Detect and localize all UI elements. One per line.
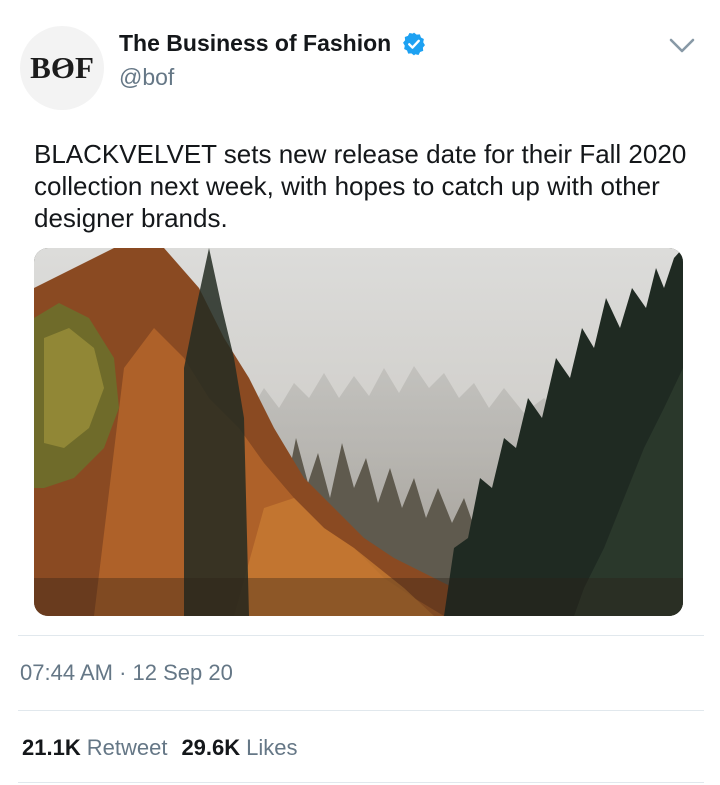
forest-photo	[34, 248, 683, 616]
tweet-card: BOF The Business of Fashion @bof BLACKVE…	[0, 0, 720, 785]
divider	[18, 635, 704, 636]
retweet-count[interactable]: 21.1K	[22, 735, 81, 761]
avatar[interactable]: BOF	[20, 26, 104, 110]
tweet-timestamp[interactable]: 07:44 AM · 12 Sep 20	[20, 660, 233, 686]
bof-logo: BOF	[30, 50, 94, 85]
tweet-text: BLACKVELVET sets new release date for th…	[34, 139, 687, 233]
divider	[18, 710, 704, 711]
engagement-stats: 21.1K Retweet 29.6K Likes	[22, 735, 312, 761]
verified-badge-icon	[401, 31, 427, 57]
tweet-date: 12 Sep 20	[132, 660, 233, 685]
timestamp-separator: ·	[119, 660, 127, 685]
likes-label[interactable]: Likes	[246, 735, 297, 761]
author-name-row: The Business of Fashion	[119, 30, 427, 57]
tweet-media-photo[interactable]	[34, 248, 683, 616]
tweet-time: 07:44 AM	[20, 660, 113, 685]
divider	[18, 782, 704, 783]
retweet-label[interactable]: Retweet	[87, 735, 168, 761]
likes-count[interactable]: 29.6K	[181, 735, 240, 761]
user-handle[interactable]: @bof	[119, 64, 174, 91]
display-name[interactable]: The Business of Fashion	[119, 30, 391, 57]
chevron-down-icon[interactable]	[668, 34, 696, 58]
